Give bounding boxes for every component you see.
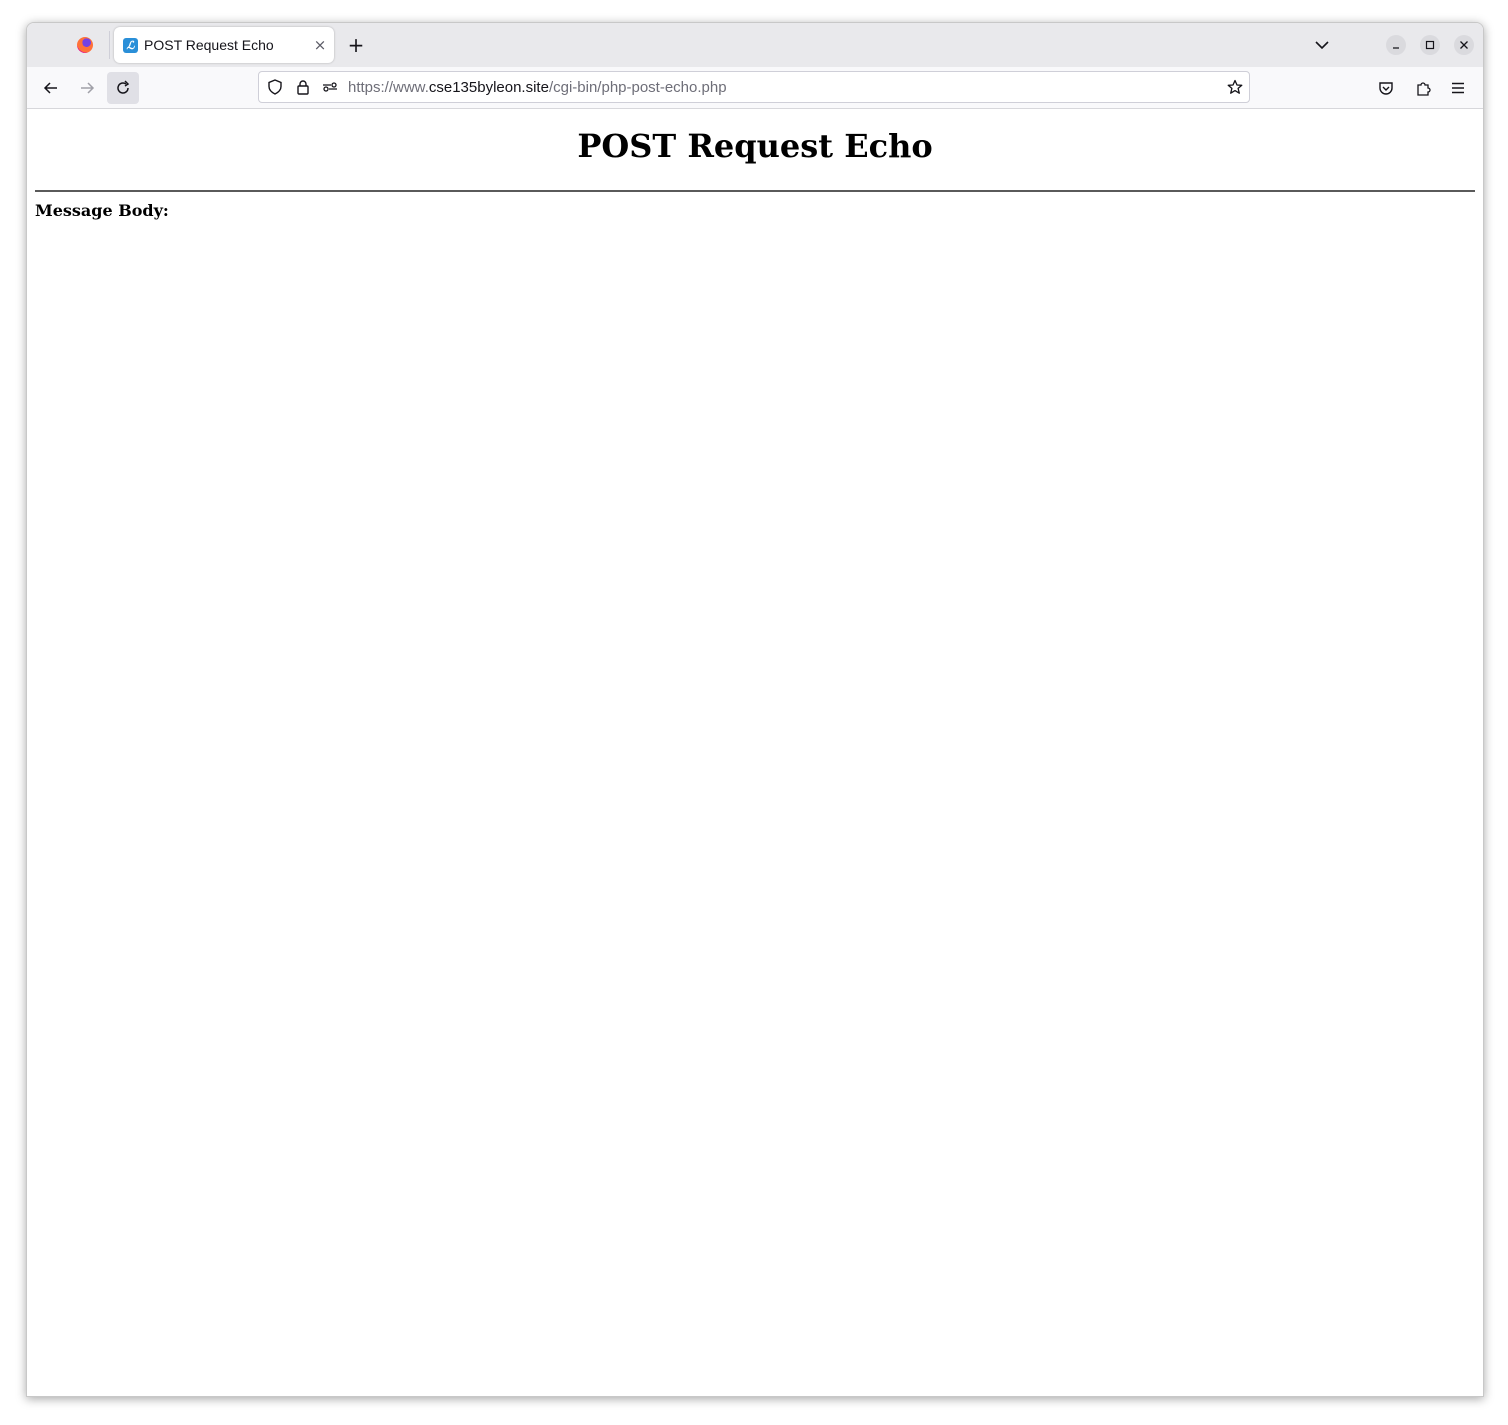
url-host: cse135byleon.site (428, 79, 549, 96)
list-tabs-icon[interactable] (1312, 35, 1332, 55)
firefox-icon[interactable] (77, 37, 93, 53)
maximize-icon[interactable] (1420, 35, 1440, 55)
url-path: /cgi-bin/php-post-echo.php (548, 79, 727, 96)
pocket-icon[interactable] (1378, 80, 1394, 96)
minimize-icon[interactable] (1386, 35, 1406, 55)
forward-icon[interactable] (71, 72, 103, 104)
shield-icon[interactable] (267, 79, 283, 95)
page-heading: POST Request Echo (577, 127, 933, 165)
lock-icon[interactable] (295, 79, 311, 95)
menu-icon[interactable] (1450, 80, 1466, 96)
address-bar[interactable]: https://www.cse135byleon.site/cgi-bin/ph… (258, 71, 1250, 103)
tab-active[interactable]: ℒ POST Request Echo × (114, 27, 334, 63)
browser-window: ℒ POST Request Echo × + https://www.cse1… (26, 22, 1484, 1397)
navigation-toolbar: https://www.cse135byleon.site/cgi-bin/ph… (27, 67, 1483, 109)
extensions-icon[interactable] (1415, 80, 1431, 96)
tab-strip: ℒ POST Request Echo × + (27, 23, 1483, 67)
tab-separator (109, 31, 110, 59)
message-body-label: Message Body: (35, 201, 169, 220)
reload-icon[interactable] (107, 72, 139, 104)
page-content: POST Request Echo Message Body: (27, 109, 1483, 1396)
bookmark-star-icon[interactable] (1227, 79, 1243, 95)
tab-close-icon[interactable]: × (312, 36, 328, 54)
tab-title: POST Request Echo (144, 37, 274, 53)
horizontal-rule (35, 190, 1475, 192)
url-text[interactable]: https://www.cse135byleon.site/cgi-bin/ph… (348, 79, 727, 96)
permissions-icon[interactable] (322, 79, 338, 95)
back-icon[interactable] (35, 72, 67, 104)
lets-encrypt-favicon-icon: ℒ (123, 38, 138, 53)
new-tab-button[interactable]: + (345, 34, 367, 56)
url-scheme: https://www. (348, 79, 429, 96)
close-window-icon[interactable] (1454, 35, 1474, 55)
